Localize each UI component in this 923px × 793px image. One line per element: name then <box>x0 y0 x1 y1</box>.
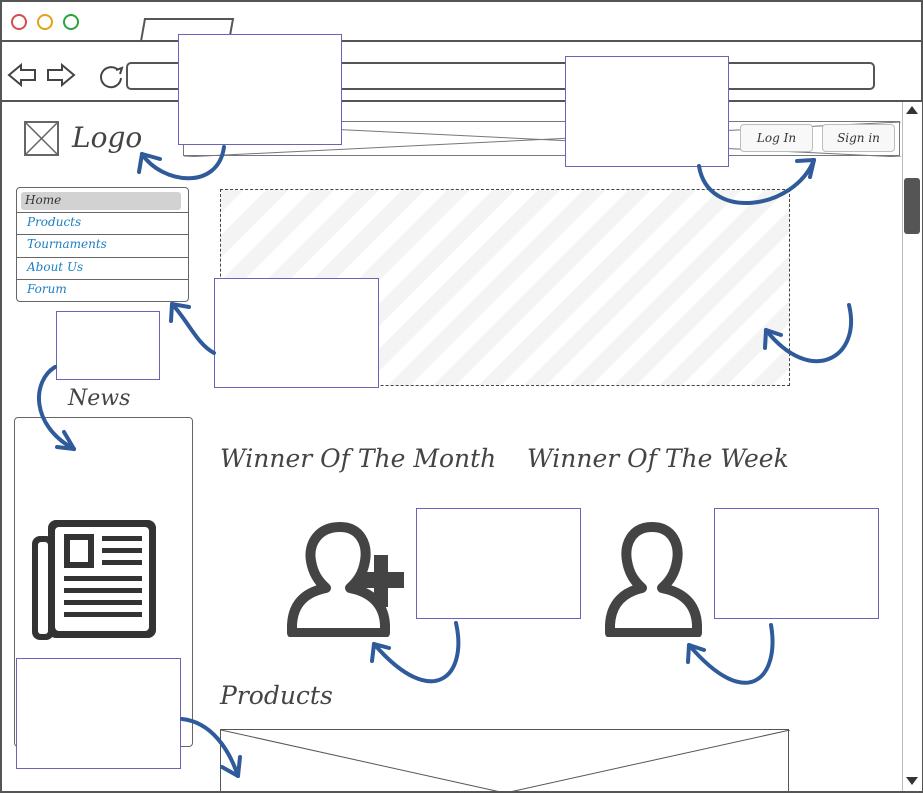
arrow-hero-left <box>170 302 216 355</box>
arrow-login <box>697 158 816 206</box>
arrows-overlay <box>36 145 853 778</box>
arrow-winner-month <box>372 621 461 684</box>
arrow-logo <box>140 145 226 181</box>
arrow-products <box>180 717 240 778</box>
wireframe-canvas: Logo Log In Sign in Home Products Tourna… <box>0 0 923 793</box>
arrow-winner-week <box>687 623 775 685</box>
